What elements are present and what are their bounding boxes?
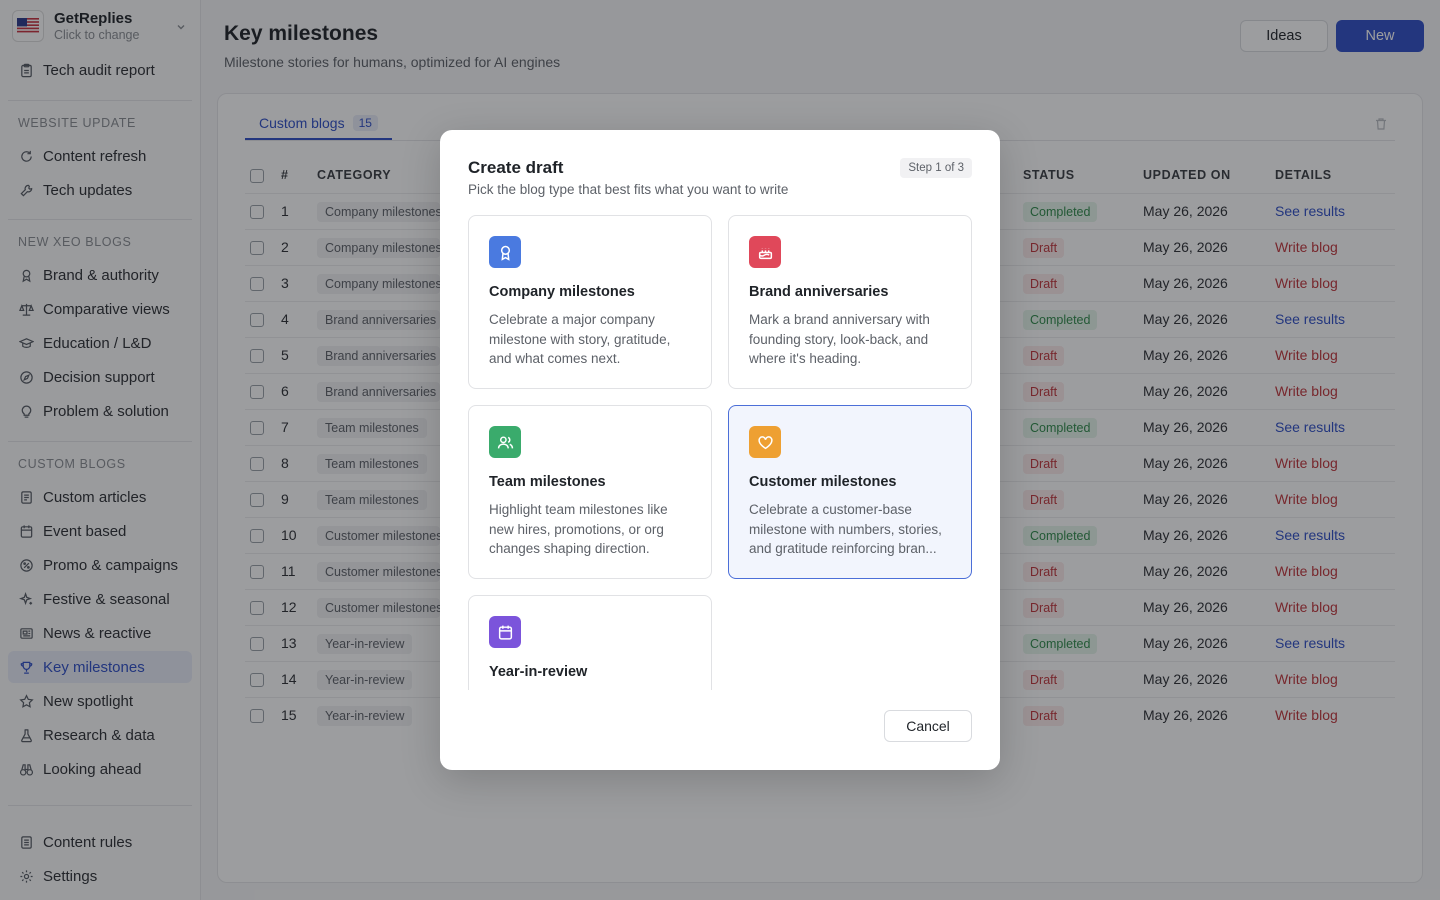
award-icon (489, 236, 521, 268)
option-description: Mark a brand anniversary with founding s… (749, 312, 930, 366)
option-description: Celebrate a customer-base milestone with… (749, 502, 942, 556)
modal-subtitle: Pick the blog type that best fits what y… (468, 182, 789, 197)
option-year-in-review[interactable]: Year-in-review (468, 595, 712, 690)
option-description: Highlight team milestones like new hires… (489, 502, 668, 556)
blog-type-options: Company milestones Celebrate a major com… (468, 215, 972, 690)
create-draft-modal: Create draft Pick the blog type that bes… (440, 130, 1000, 770)
option-title: Year-in-review (489, 664, 588, 680)
option-title: Customer milestones (749, 474, 897, 490)
calendar-icon (489, 616, 521, 648)
option-title: Team milestones (489, 474, 606, 490)
option-team-milestones[interactable]: Team milestones Highlight team milestone… (468, 405, 712, 579)
option-title: Company milestones (489, 284, 635, 300)
users-icon (489, 426, 521, 458)
option-title: Brand anniversaries (749, 284, 889, 300)
option-customer-milestones[interactable]: Customer milestones Celebrate a customer… (728, 405, 972, 579)
heart-icon (749, 426, 781, 458)
option-description: Celebrate a major company milestone with… (489, 312, 671, 366)
modal-title: Create draft (468, 158, 564, 177)
step-indicator: Step 1 of 3 (900, 158, 972, 178)
cake-icon (749, 236, 781, 268)
cancel-button[interactable]: Cancel (884, 710, 972, 742)
option-brand-anniversaries[interactable]: Brand anniversaries Mark a brand anniver… (728, 215, 972, 389)
option-company-milestones[interactable]: Company milestones Celebrate a major com… (468, 215, 712, 389)
